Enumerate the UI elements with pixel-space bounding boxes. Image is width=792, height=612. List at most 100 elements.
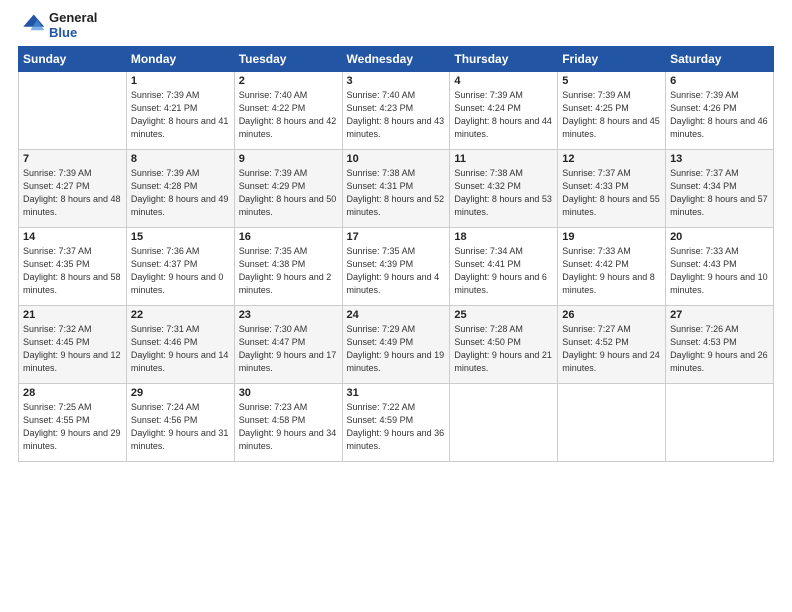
calendar-cell: 23Sunrise: 7:30 AMSunset: 4:47 PMDayligh…: [234, 306, 342, 384]
day-info: Sunrise: 7:26 AMSunset: 4:53 PMDaylight:…: [670, 323, 769, 375]
day-info: Sunrise: 7:37 AMSunset: 4:34 PMDaylight:…: [670, 167, 769, 219]
day-info: Sunrise: 7:38 AMSunset: 4:32 PMDaylight:…: [454, 167, 553, 219]
calendar-cell: [19, 72, 127, 150]
weekday-header-tuesday: Tuesday: [234, 47, 342, 72]
calendar-cell: 16Sunrise: 7:35 AMSunset: 4:38 PMDayligh…: [234, 228, 342, 306]
day-number: 18: [454, 231, 553, 243]
day-info: Sunrise: 7:33 AMSunset: 4:42 PMDaylight:…: [562, 245, 661, 297]
day-number: 11: [454, 153, 553, 165]
logo-text: General Blue: [49, 10, 97, 40]
calendar-cell: 17 Sunrise: 7:35 AMSunset: 4:39 PMDayligh…: [342, 228, 450, 306]
day-info: Sunrise: 7:40 AMSunset: 4:23 PMDaylight:…: [347, 89, 446, 141]
day-number: 3: [347, 75, 446, 87]
day-info: Sunrise: 7:23 AMSunset: 4:58 PMDaylight:…: [239, 401, 338, 453]
day-number: 6: [670, 75, 769, 87]
day-info: Sunrise: 7:39 AMSunset: 4:26 PMDaylight:…: [670, 89, 769, 141]
day-info: Sunrise: 7:24 AMSunset: 4:56 PMDaylight:…: [131, 401, 230, 453]
day-number: 1: [131, 75, 230, 87]
day-number: 26: [562, 309, 661, 321]
calendar-cell: 26 Sunrise: 7:27 AMSunset: 4:52 PMDayligh…: [558, 306, 666, 384]
calendar-cell: 18 Sunrise: 7:34 AMSunset: 4:41 PMDayligh…: [450, 228, 558, 306]
day-info: Sunrise: 7:40 AMSunset: 4:22 PMDaylight:…: [239, 89, 338, 141]
calendar-cell: 10Sunrise: 7:38 AMSunset: 4:31 PMDayligh…: [342, 150, 450, 228]
calendar-cell: 22Sunrise: 7:31 AMSunset: 4:46 PMDayligh…: [126, 306, 234, 384]
week-row-4: 21Sunrise: 7:32 AMSunset: 4:45 PMDayligh…: [19, 306, 774, 384]
day-info: Sunrise: 7:28 AMSunset: 4:50 PMDaylight:…: [454, 323, 553, 375]
week-row-2: 7Sunrise: 7:39 AMSunset: 4:27 PMDaylight…: [19, 150, 774, 228]
day-number: 17: [347, 231, 446, 243]
calendar-cell: 11 Sunrise: 7:38 AMSunset: 4:32 PMDayligh…: [450, 150, 558, 228]
calendar-cell: 15 Sunrise: 7:36 AMSunset: 4:37 PMDayligh…: [126, 228, 234, 306]
day-info: Sunrise: 7:29 AMSunset: 4:49 PMDaylight:…: [347, 323, 446, 375]
day-number: 22: [131, 309, 230, 321]
day-number: 10: [347, 153, 446, 165]
calendar-cell: 5 Sunrise: 7:39 AMSunset: 4:25 PMDaylight…: [558, 72, 666, 150]
header: General Blue: [18, 10, 774, 40]
day-info: Sunrise: 7:34 AMSunset: 4:41 PMDaylight:…: [454, 245, 553, 297]
logo: General Blue: [18, 10, 97, 40]
day-info: Sunrise: 7:27 AMSunset: 4:52 PMDaylight:…: [562, 323, 661, 375]
calendar-cell: 9 Sunrise: 7:39 AMSunset: 4:29 PMDaylight…: [234, 150, 342, 228]
day-info: Sunrise: 7:37 AMSunset: 4:33 PMDaylight:…: [562, 167, 661, 219]
weekday-header-thursday: Thursday: [450, 47, 558, 72]
day-info: Sunrise: 7:35 AMSunset: 4:38 PMDaylight:…: [239, 245, 338, 297]
day-number: 9: [239, 153, 338, 165]
weekday-header-saturday: Saturday: [666, 47, 774, 72]
day-info: Sunrise: 7:32 AMSunset: 4:45 PMDaylight:…: [23, 323, 122, 375]
day-number: 12: [562, 153, 661, 165]
calendar-table: SundayMondayTuesdayWednesdayThursdayFrid…: [18, 46, 774, 462]
week-row-5: 28Sunrise: 7:25 AMSunset: 4:55 PMDayligh…: [19, 384, 774, 462]
day-number: 13: [670, 153, 769, 165]
day-number: 20: [670, 231, 769, 243]
calendar-cell: 12 Sunrise: 7:37 AMSunset: 4:33 PMDayligh…: [558, 150, 666, 228]
calendar-cell: 8Sunrise: 7:39 AMSunset: 4:28 PMDaylight…: [126, 150, 234, 228]
day-info: Sunrise: 7:39 AMSunset: 4:25 PMDaylight:…: [562, 89, 661, 141]
calendar-cell: 2 Sunrise: 7:40 AMSunset: 4:22 PMDaylight…: [234, 72, 342, 150]
day-info: Sunrise: 7:37 AMSunset: 4:35 PMDaylight:…: [23, 245, 122, 297]
day-number: 19: [562, 231, 661, 243]
day-info: Sunrise: 7:30 AMSunset: 4:47 PMDaylight:…: [239, 323, 338, 375]
calendar-page: General Blue SundayMondayTuesdayWednesda…: [0, 0, 792, 612]
day-number: 29: [131, 387, 230, 399]
day-info: Sunrise: 7:35 AMSunset: 4:39 PMDaylight:…: [347, 245, 446, 297]
calendar-cell: 6 Sunrise: 7:39 AMSunset: 4:26 PMDaylight…: [666, 72, 774, 150]
day-info: Sunrise: 7:39 AMSunset: 4:28 PMDaylight:…: [131, 167, 230, 219]
calendar-cell: 27Sunrise: 7:26 AMSunset: 4:53 PMDayligh…: [666, 306, 774, 384]
week-row-1: 1 Sunrise: 7:39 AMSunset: 4:21 PMDaylight…: [19, 72, 774, 150]
calendar-cell: [450, 384, 558, 462]
logo-icon: [18, 11, 46, 39]
calendar-cell: 7Sunrise: 7:39 AMSunset: 4:27 PMDaylight…: [19, 150, 127, 228]
weekday-header-sunday: Sunday: [19, 47, 127, 72]
day-info: Sunrise: 7:39 AMSunset: 4:21 PMDaylight:…: [131, 89, 230, 141]
day-number: 5: [562, 75, 661, 87]
calendar-cell: 24 Sunrise: 7:29 AMSunset: 4:49 PMDayligh…: [342, 306, 450, 384]
calendar-cell: [558, 384, 666, 462]
weekday-header-wednesday: Wednesday: [342, 47, 450, 72]
weekday-header-monday: Monday: [126, 47, 234, 72]
calendar-cell: [666, 384, 774, 462]
calendar-cell: 13 Sunrise: 7:37 AMSunset: 4:34 PMDayligh…: [666, 150, 774, 228]
calendar-cell: 30Sunrise: 7:23 AMSunset: 4:58 PMDayligh…: [234, 384, 342, 462]
day-info: Sunrise: 7:33 AMSunset: 4:43 PMDaylight:…: [670, 245, 769, 297]
day-number: 24: [347, 309, 446, 321]
day-number: 7: [23, 153, 122, 165]
calendar-cell: 1 Sunrise: 7:39 AMSunset: 4:21 PMDaylight…: [126, 72, 234, 150]
day-number: 25: [454, 309, 553, 321]
day-number: 28: [23, 387, 122, 399]
day-number: 2: [239, 75, 338, 87]
day-number: 31: [347, 387, 446, 399]
weekday-header-friday: Friday: [558, 47, 666, 72]
calendar-cell: 25 Sunrise: 7:28 AMSunset: 4:50 PMDayligh…: [450, 306, 558, 384]
calendar-cell: 19 Sunrise: 7:33 AMSunset: 4:42 PMDayligh…: [558, 228, 666, 306]
day-number: 15: [131, 231, 230, 243]
calendar-cell: 29 Sunrise: 7:24 AMSunset: 4:56 PMDayligh…: [126, 384, 234, 462]
calendar-cell: 21Sunrise: 7:32 AMSunset: 4:45 PMDayligh…: [19, 306, 127, 384]
calendar-cell: 3 Sunrise: 7:40 AMSunset: 4:23 PMDaylight…: [342, 72, 450, 150]
calendar-cell: 20 Sunrise: 7:33 AMSunset: 4:43 PMDayligh…: [666, 228, 774, 306]
calendar-cell: 4Sunrise: 7:39 AMSunset: 4:24 PMDaylight…: [450, 72, 558, 150]
day-info: Sunrise: 7:36 AMSunset: 4:37 PMDaylight:…: [131, 245, 230, 297]
day-number: 14: [23, 231, 122, 243]
calendar-cell: 31Sunrise: 7:22 AMSunset: 4:59 PMDayligh…: [342, 384, 450, 462]
day-info: Sunrise: 7:39 AMSunset: 4:29 PMDaylight:…: [239, 167, 338, 219]
week-row-3: 14 Sunrise: 7:37 AMSunset: 4:35 PMDayligh…: [19, 228, 774, 306]
